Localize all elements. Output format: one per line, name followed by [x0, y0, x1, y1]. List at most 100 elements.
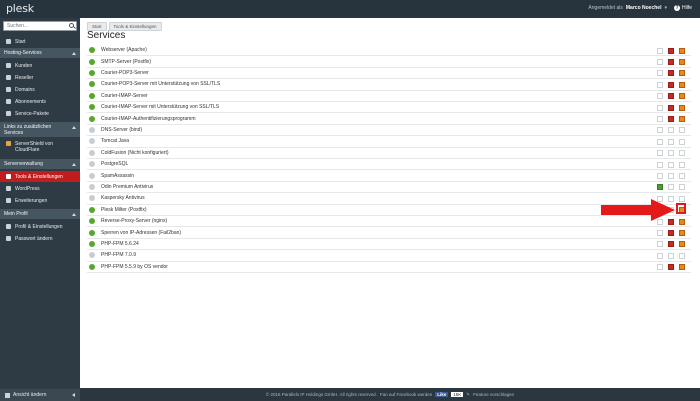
status-running-icon [89, 81, 95, 88]
service-controls [657, 229, 685, 236]
sidebar-item-reseller[interactable]: Reseller [0, 72, 80, 83]
stop-button[interactable] [668, 161, 674, 168]
restart-button[interactable] [679, 58, 685, 65]
restart-button[interactable] [679, 127, 685, 134]
start-button[interactable] [657, 104, 663, 111]
restart-button[interactable] [679, 138, 685, 145]
sidebar-item-erweiterungen[interactable]: Erweiterungen [0, 195, 80, 206]
start-button[interactable] [657, 127, 663, 134]
collapse-icon [72, 212, 76, 216]
sidebar-item-kunden[interactable]: Kunden [0, 60, 80, 71]
stop-button[interactable] [668, 184, 674, 191]
facebook-fan-link[interactable]: Fan auf Facebook werden [380, 392, 432, 397]
sidebar-item-label: Erweiterungen [15, 197, 48, 204]
start-button[interactable] [657, 70, 663, 77]
service-controls [657, 70, 685, 77]
restart-button[interactable] [679, 264, 685, 271]
stop-button[interactable] [668, 138, 674, 145]
facebook-like-button[interactable]: Like [435, 392, 449, 397]
table-row: Courier-IMAP-Authentifizierungsprogramm [87, 113, 691, 125]
restart-button[interactable] [679, 218, 685, 225]
group-additional-services[interactable]: Links zu zusätzlichen Services [0, 122, 80, 137]
collapse-sidebar-icon[interactable] [72, 393, 75, 397]
stop-button[interactable] [668, 252, 674, 259]
sidebar-item-abonnements[interactable]: Abonnements [0, 96, 80, 107]
start-button[interactable] [657, 93, 663, 100]
stop-button[interactable] [668, 264, 674, 271]
status-stopped-icon [89, 161, 95, 168]
red-arrow-annotation [601, 199, 675, 221]
stop-button[interactable] [668, 81, 674, 88]
sidebar-item-service-pakete[interactable]: Service-Pakete [0, 108, 80, 119]
stop-button[interactable] [668, 93, 674, 100]
start-button[interactable] [657, 150, 663, 157]
sidebar-item-tools-settings[interactable]: Tools & Einstellungen [0, 171, 80, 182]
stop-button[interactable] [668, 47, 674, 54]
copyright: © 2016 Parallels IP Holdings GmbH. All r… [265, 392, 377, 397]
restart-button[interactable] [679, 241, 685, 248]
sidebar-item-wordpress[interactable]: WordPress [0, 183, 80, 194]
service-controls [657, 172, 685, 179]
status-stopped-icon [89, 138, 95, 145]
start-button[interactable] [657, 58, 663, 65]
status-running-icon [89, 104, 95, 111]
restart-button[interactable] [679, 172, 685, 179]
collapse-icon [72, 162, 76, 166]
restart-button[interactable] [679, 47, 685, 54]
restart-button[interactable] [679, 229, 685, 236]
stop-button[interactable] [668, 127, 674, 134]
restart-button[interactable] [679, 115, 685, 122]
start-button[interactable] [657, 161, 663, 168]
stop-button[interactable] [668, 241, 674, 248]
restart-button[interactable] [679, 81, 685, 88]
sidebar-item-servershield[interactable]: ServerShield von CloudFlare [0, 139, 80, 155]
start-button[interactable] [657, 115, 663, 122]
sidebar-item-domains[interactable]: Domains [0, 84, 80, 95]
search-input[interactable] [4, 22, 66, 30]
start-button[interactable] [657, 47, 663, 54]
table-row: Odin Premium Antivirus [87, 182, 691, 194]
group-serververwaltung[interactable]: Serververwaltung [0, 159, 80, 169]
suggest-feature-link[interactable]: Feature vorschlagen [473, 392, 514, 397]
search-icon[interactable] [69, 23, 74, 28]
help-link[interactable]: ? Hilfe [673, 5, 692, 11]
chevron-down-icon[interactable]: ▾ [664, 5, 667, 11]
stop-button[interactable] [668, 115, 674, 122]
start-button[interactable] [657, 264, 663, 271]
service-controls [657, 104, 685, 111]
restart-button[interactable] [679, 104, 685, 111]
restart-button[interactable] [679, 93, 685, 100]
start-button[interactable] [657, 184, 663, 191]
start-button[interactable] [657, 138, 663, 145]
plesk-logo[interactable]: plesk [6, 2, 34, 15]
service-name: SMTP-Server (Postfix) [101, 58, 152, 65]
stop-button[interactable] [668, 58, 674, 65]
start-button[interactable] [657, 241, 663, 248]
service-name: Tomcat Java [101, 138, 130, 145]
stop-button[interactable] [668, 229, 674, 236]
stop-button[interactable] [668, 70, 674, 77]
start-button[interactable] [657, 252, 663, 259]
restart-button[interactable] [679, 150, 685, 157]
service-controls [657, 81, 685, 88]
restart-button[interactable] [679, 70, 685, 77]
subscription-icon [6, 99, 11, 104]
restart-button[interactable] [679, 252, 685, 259]
start-button[interactable] [657, 229, 663, 236]
group-hosting-services[interactable]: Hosting-Services [0, 48, 80, 58]
restart-button[interactable] [679, 161, 685, 168]
view-icon [5, 392, 10, 398]
start-button[interactable] [657, 81, 663, 88]
start-button[interactable] [657, 172, 663, 179]
stop-button[interactable] [668, 172, 674, 179]
group-mein-profil[interactable]: Mein Profil [0, 209, 80, 219]
stop-button[interactable] [668, 150, 674, 157]
restart-button[interactable] [679, 195, 685, 202]
change-view-button[interactable]: Ansicht ändern [0, 389, 80, 401]
sidebar-item-passwort[interactable]: Passwort ändern [0, 233, 80, 244]
user-menu[interactable]: Marco Noechel [626, 5, 662, 11]
stop-button[interactable] [668, 104, 674, 111]
sidebar-item-start[interactable]: Start [0, 36, 80, 47]
sidebar-item-profil[interactable]: Profil & Einstellungen [0, 221, 80, 232]
restart-button[interactable] [679, 184, 685, 191]
